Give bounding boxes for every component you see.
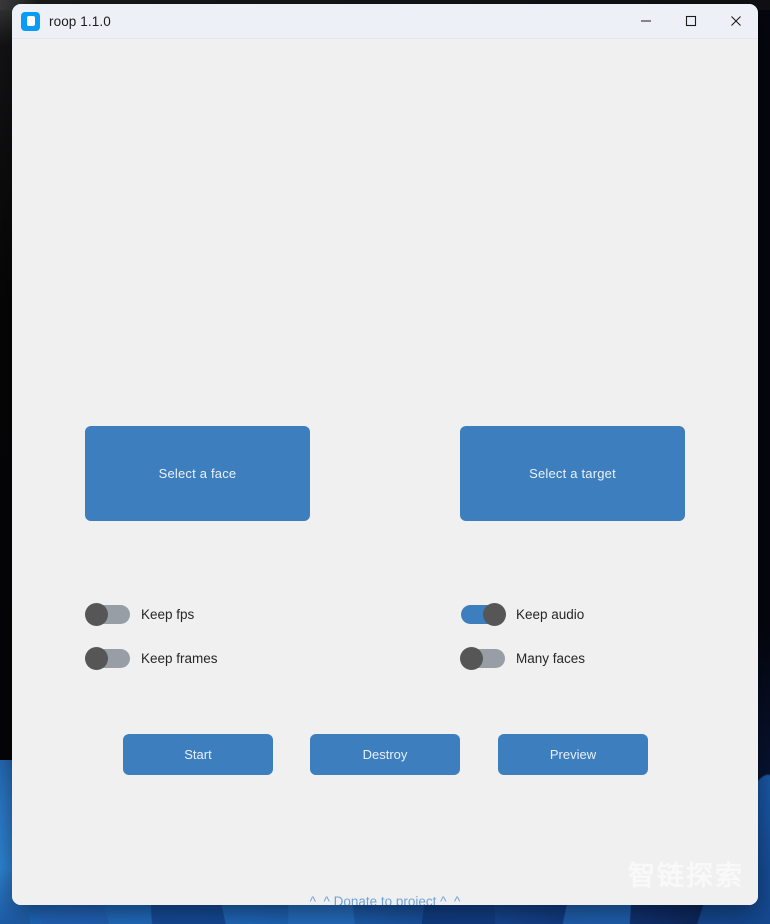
toggle-knob: [460, 647, 483, 670]
toggle-track: [85, 603, 130, 626]
preview-button[interactable]: Preview: [498, 734, 648, 775]
donate-link[interactable]: ^_^ Donate to project ^_^: [12, 894, 758, 905]
switch-many-faces-label: Many faces: [516, 651, 586, 666]
switch-keep-audio-label: Keep audio: [516, 607, 585, 622]
start-button[interactable]: Start: [123, 734, 273, 775]
desktop: roop 1.1.0 Select a face Select a target…: [0, 0, 770, 924]
maximize-button[interactable]: [668, 4, 713, 39]
toggle-knob: [85, 647, 108, 670]
switch-keep-fps[interactable]: Keep fps: [85, 603, 195, 626]
toggle-knob: [483, 603, 506, 626]
switch-keep-frames-label: Keep frames: [141, 651, 218, 666]
minimize-button[interactable]: [623, 4, 668, 39]
switch-keep-fps-label: Keep fps: [141, 607, 195, 622]
toggle-track: [461, 603, 506, 626]
toggle-track: [460, 647, 505, 670]
toggle-track: [85, 647, 130, 670]
select-target-button[interactable]: Select a target: [460, 426, 685, 521]
close-button[interactable]: [713, 4, 758, 39]
switch-keep-audio[interactable]: Keep audio: [461, 603, 585, 626]
window-title: roop 1.1.0: [49, 13, 111, 29]
watermark-text: 智链探索: [628, 861, 744, 892]
window-content: Select a face Select a target Keep fps K…: [12, 39, 758, 905]
window-controls: [623, 4, 758, 39]
roop-application-window: roop 1.1.0 Select a face Select a target…: [12, 4, 758, 905]
app-logo-icon: [21, 11, 40, 31]
select-face-button[interactable]: Select a face: [85, 426, 310, 521]
switch-many-faces[interactable]: Many faces: [460, 647, 586, 670]
destroy-button[interactable]: Destroy: [310, 734, 460, 775]
toggle-knob: [85, 603, 108, 626]
title-bar[interactable]: roop 1.1.0: [12, 4, 758, 39]
switch-keep-frames[interactable]: Keep frames: [85, 647, 218, 670]
